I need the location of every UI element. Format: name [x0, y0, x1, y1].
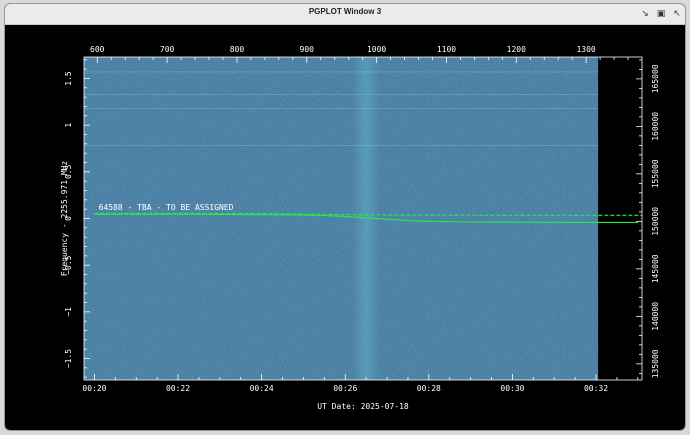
y-axis-label: Frequency - 2255.971 MHz	[60, 161, 69, 277]
y-right-tick-label: 155000	[651, 159, 660, 188]
waterfall-noise	[84, 57, 599, 380]
maximize-icon[interactable]: ▣	[655, 8, 667, 20]
y-right-tick-label: 165000	[651, 64, 660, 93]
title-bar[interactable]: PGPLOT Window 3 ↘ ▣ ↖	[5, 4, 685, 25]
x-bottom-tick-label: 00:20	[82, 384, 106, 393]
pgplot-window: PGPLOT Window 3 ↘ ▣ ↖ 64588 - TBA - TO B…	[4, 3, 686, 431]
window-title: PGPLOT Window 3	[308, 7, 382, 16]
x-axis-label: UT Date: 2025-07-18	[317, 402, 409, 411]
x-top-tick-label: 700	[160, 45, 175, 54]
x-top-tick-label: 900	[300, 45, 315, 54]
y-right-tick-label: 140000	[651, 302, 660, 331]
y-left-tick-label: −1.5	[64, 349, 73, 368]
x-bottom-tick-label: 00:22	[166, 384, 190, 393]
y-right-tick-label: 135000	[651, 349, 660, 378]
x-bottom-tick-label: 00:28	[417, 384, 441, 393]
x-top-tick-label: 1300	[576, 45, 595, 54]
y-right-tick-label: 145000	[651, 254, 660, 283]
x-top-tick-label: 1100	[437, 45, 456, 54]
x-top-tick-label: 1200	[507, 45, 526, 54]
minimize-icon[interactable]: ↘	[639, 8, 651, 20]
x-top-tick-label: 800	[230, 45, 245, 54]
close-icon[interactable]: ↖	[671, 8, 683, 20]
x-bottom-tick-label: 00:24	[250, 384, 274, 393]
y-left-tick-label: 1	[64, 123, 73, 128]
x-top-tick-label: 1000	[367, 45, 386, 54]
y-right-tick-label: 150000	[651, 207, 660, 236]
x-bottom-tick-label: 00:32	[584, 384, 608, 393]
x-bottom-tick-label: 00:26	[333, 384, 357, 393]
y-left-tick-label: 1.5	[64, 71, 73, 86]
waterfall-plot[interactable]: 64588 - TBA - TO BE ASSIGNED 00:20 00:22 0…	[5, 25, 685, 431]
waterfall-image	[84, 57, 599, 380]
y-left-tick-label: −1	[64, 307, 73, 317]
y-right-tick-label: 160000	[651, 112, 660, 141]
annotation-label: 64588 - TBA - TO BE ASSIGNED	[99, 203, 234, 212]
x-bottom-tick-label: 00:30	[500, 384, 524, 393]
x-top-tick-label: 600	[90, 45, 105, 54]
